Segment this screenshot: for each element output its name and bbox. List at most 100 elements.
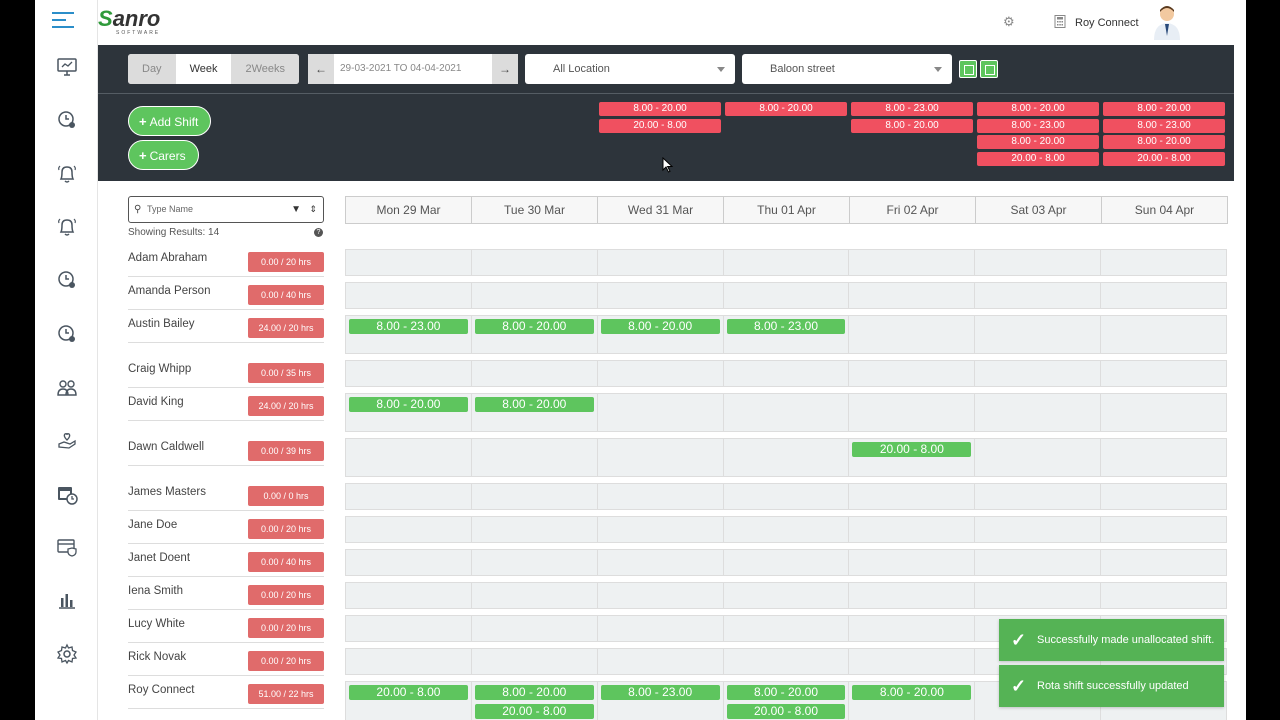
user-name[interactable]: Roy Connect xyxy=(1075,17,1139,29)
card-shield-icon[interactable] xyxy=(55,535,79,559)
day-cell[interactable] xyxy=(1101,550,1226,575)
clock-user-3-icon[interactable] xyxy=(55,322,79,346)
sort-icon[interactable]: ⇕ xyxy=(309,197,317,222)
day-cell[interactable] xyxy=(975,283,1102,308)
person-name[interactable]: Jane Doe xyxy=(128,519,177,531)
add-shift-button[interactable]: + Add Shift xyxy=(128,106,212,136)
person-name[interactable]: Roy Connect xyxy=(128,684,194,696)
shift-block[interactable]: 8.00 - 20.00 xyxy=(349,397,468,412)
shift-block[interactable]: 8.00 - 20.00 xyxy=(726,685,846,700)
day-cell[interactable] xyxy=(472,484,598,509)
person-name[interactable]: Amanda Person xyxy=(128,285,210,297)
calculator-icon[interactable] xyxy=(1054,15,1068,29)
day-cell[interactable] xyxy=(472,361,598,386)
gear-icon[interactable]: ⚙ xyxy=(1003,15,1017,29)
person-name[interactable]: Lucy White xyxy=(128,618,185,630)
calendar-clock-icon[interactable] xyxy=(55,482,79,506)
shift-block[interactable]: 20.00 - 8.00 xyxy=(474,704,594,719)
unallocated-shift[interactable]: 8.00 - 20.00 xyxy=(851,118,973,133)
person-name[interactable]: Austin Bailey xyxy=(128,318,194,330)
day-cell[interactable] xyxy=(975,439,1102,476)
unallocated-shift[interactable]: 8.00 - 20.00 xyxy=(725,102,847,116)
day-cell[interactable] xyxy=(849,283,976,308)
date-range-text[interactable]: 29-03-2021 TO 04-04-2021 xyxy=(334,54,492,84)
person-name[interactable]: James Masters xyxy=(128,486,206,498)
day-cell[interactable] xyxy=(472,649,598,674)
day-cell[interactable] xyxy=(472,583,598,608)
person-name[interactable]: Rick Novak xyxy=(128,651,186,663)
location-select[interactable]: All Location xyxy=(525,54,735,84)
dashboard-icon[interactable] xyxy=(55,55,79,79)
toast-notification[interactable]: ✓ Successfully made unallocated shift. xyxy=(999,619,1224,661)
day-cell[interactable] xyxy=(724,250,850,275)
day-cell[interactable] xyxy=(724,616,850,641)
day-cell[interactable] xyxy=(849,583,976,608)
person-name[interactable]: Craig Whipp xyxy=(128,363,191,375)
day-cell[interactable] xyxy=(724,517,850,542)
day-cell[interactable] xyxy=(724,550,850,575)
day-cell[interactable] xyxy=(724,484,850,509)
day-cell[interactable] xyxy=(598,484,724,509)
day-cell[interactable] xyxy=(1101,316,1226,353)
avatar[interactable] xyxy=(1151,4,1183,40)
day-cell[interactable] xyxy=(724,283,850,308)
unallocated-shift[interactable]: 8.00 - 23.00 xyxy=(1103,118,1225,133)
day-cell[interactable]: 8.00 - 23.00 xyxy=(598,682,724,720)
day-cell[interactable] xyxy=(724,361,850,386)
day-cell[interactable] xyxy=(975,316,1102,353)
unallocated-shift[interactable]: 8.00 - 23.00 xyxy=(851,102,973,116)
unallocated-shift[interactable]: 20.00 - 8.00 xyxy=(599,118,721,133)
hamburger-icon[interactable] xyxy=(52,12,74,36)
day-cell[interactable]: 8.00 - 20.00 xyxy=(598,316,724,353)
shift-block[interactable]: 8.00 - 20.00 xyxy=(474,397,594,412)
day-cell[interactable] xyxy=(472,517,598,542)
day-cell[interactable] xyxy=(346,484,472,509)
day-cell[interactable] xyxy=(472,439,598,476)
day-cell[interactable] xyxy=(598,550,724,575)
day-cell[interactable] xyxy=(975,250,1102,275)
day-cell[interactable] xyxy=(346,517,472,542)
day-cell[interactable] xyxy=(346,361,472,386)
day-cell[interactable]: 8.00 - 20.00 xyxy=(472,316,598,353)
day-cell[interactable] xyxy=(724,439,850,476)
day-cell[interactable] xyxy=(598,616,724,641)
unallocated-shift[interactable]: 8.00 - 20.00 xyxy=(977,102,1099,116)
settings-icon[interactable] xyxy=(55,642,79,666)
day-cell[interactable] xyxy=(346,616,472,641)
day-cell[interactable] xyxy=(472,550,598,575)
search-input[interactable]: ⚲ Type Name ▼ ⇕ xyxy=(128,196,324,223)
hand-heart-icon[interactable] xyxy=(55,429,79,453)
day-cell[interactable] xyxy=(1101,283,1226,308)
day-cell[interactable] xyxy=(849,316,976,353)
day-cell[interactable] xyxy=(849,517,976,542)
person-name[interactable]: Adam Abraham xyxy=(128,252,207,264)
day-cell[interactable] xyxy=(1101,394,1226,431)
day-cell[interactable] xyxy=(598,583,724,608)
view-2weeks-button[interactable]: 2Weeks xyxy=(231,54,300,84)
clock-user-2-icon[interactable] xyxy=(55,268,79,292)
team-icon[interactable] xyxy=(55,376,79,400)
toast-notification[interactable]: ✓ Rota shift successfully updated xyxy=(999,665,1224,707)
day-cell[interactable] xyxy=(849,616,976,641)
copy-icon[interactable] xyxy=(980,60,998,78)
day-cell[interactable] xyxy=(346,550,472,575)
view-week-button[interactable]: Week xyxy=(175,54,232,84)
unallocated-shift[interactable]: 8.00 - 20.00 xyxy=(599,102,721,116)
person-name[interactable]: Iena Smith xyxy=(128,585,183,597)
person-name[interactable]: Dawn Caldwell xyxy=(128,441,204,453)
day-cell[interactable] xyxy=(346,439,472,476)
person-name[interactable]: David King xyxy=(128,396,184,408)
day-cell[interactable] xyxy=(598,361,724,386)
day-cell[interactable] xyxy=(975,517,1102,542)
unallocated-shift[interactable]: 8.00 - 20.00 xyxy=(1103,135,1225,149)
day-cell[interactable] xyxy=(598,283,724,308)
help-icon[interactable]: ? xyxy=(314,228,323,237)
view-day-button[interactable]: Day xyxy=(128,54,176,84)
shift-block[interactable]: 8.00 - 20.00 xyxy=(474,685,594,700)
day-cell[interactable] xyxy=(346,649,472,674)
day-cell[interactable] xyxy=(472,250,598,275)
day-cell[interactable] xyxy=(346,283,472,308)
day-cell[interactable] xyxy=(975,550,1102,575)
day-cell[interactable] xyxy=(724,394,850,431)
day-cell[interactable] xyxy=(975,394,1102,431)
